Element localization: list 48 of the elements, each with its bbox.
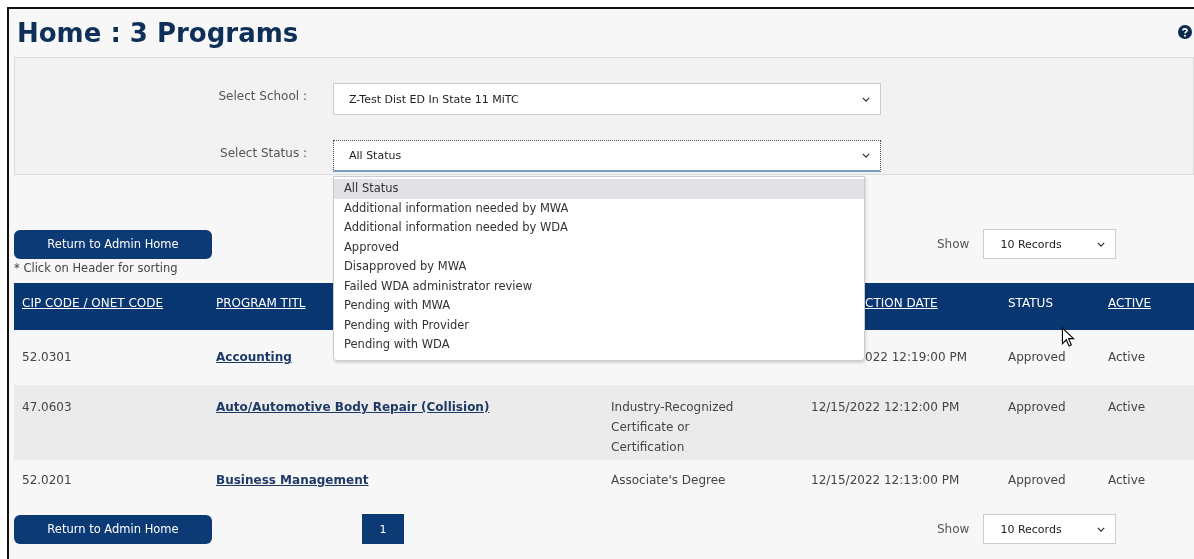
return-button[interactable]: Return to Admin Home <box>14 229 212 259</box>
dropdown-option[interactable]: Additional information needed by WDA <box>334 218 864 238</box>
return-button[interactable]: Return to Admin Home <box>14 514 212 544</box>
table-cell: 47.0603 <box>22 400 72 414</box>
column-header-link[interactable]: PROGRAM TITL <box>216 296 306 310</box>
show-label: Show <box>937 237 970 251</box>
table-cell: Associate's Degree <box>611 473 726 487</box>
dropdown-field[interactable]: All Status <box>333 140 881 172</box>
table-cell: 52.0301 <box>22 350 72 364</box>
show-label: Show <box>937 522 970 536</box>
table-cell: 12/15/2022 12:13:00 PM <box>811 473 960 487</box>
help-icon[interactable] <box>1178 25 1192 39</box>
table-cell: 12/15/2022 12:12:00 PM <box>811 400 960 414</box>
table-cell: Industry-Recognized Certificate or Certification <box>611 400 734 454</box>
dropdown-option[interactable]: Failed WDA administrator review <box>334 276 864 296</box>
dropdown-option[interactable]: Additional information needed by MWA <box>334 198 864 218</box>
dropdown-option[interactable]: Disapproved by MWA <box>334 257 864 277</box>
records-dropdown[interactable]: 10 Records <box>983 514 1117 544</box>
page-title: Home : 3 Programs <box>17 18 299 48</box>
dropdown-option[interactable]: Pending with MWA <box>334 296 864 316</box>
table-cell: 52.0201 <box>22 473 72 487</box>
table-cell-text: 022 12:19:00 PM <box>864 349 968 366</box>
chevron-down-icon <box>862 153 870 158</box>
chevron-down-icon <box>1097 241 1106 247</box>
dropdown-option[interactable]: Approved <box>334 237 864 257</box>
program-link[interactable]: Auto/Automotive Body Repair (Collision) <box>216 400 490 414</box>
chevron-down-icon <box>862 96 870 102</box>
column-header-link[interactable]: ACTIVE <box>1108 296 1152 310</box>
table-cell: Approved <box>1008 473 1066 487</box>
table-cell: Active <box>1108 350 1146 364</box>
page-button[interactable]: 1 <box>362 514 404 544</box>
dropdown-option[interactable]: Pending with Provider <box>334 315 864 335</box>
table-cell: Active <box>1108 473 1146 487</box>
column-header-link[interactable]: CIP CODE / ONET CODE <box>22 296 164 310</box>
table-cell: Active <box>1108 400 1146 414</box>
sorting-note: * Click on Header for sorting <box>14 261 178 275</box>
table-cell: Approved <box>1008 350 1066 364</box>
field-label: Select Status : <box>219 145 307 160</box>
field-label: Select School : <box>217 88 307 103</box>
dropdown-field[interactable]: Z-Test Dist ED In State 11 MiTC <box>333 83 881 115</box>
records-dropdown[interactable]: 10 Records <box>983 229 1117 259</box>
dropdown-option[interactable]: All Status <box>334 179 864 199</box>
dropdown-option[interactable]: Pending with WDA <box>334 335 864 355</box>
column-header: STATUS <box>1008 296 1054 310</box>
program-link[interactable]: Business Management <box>216 473 369 487</box>
table-cell: Approved <box>1008 400 1066 414</box>
program-link[interactable]: Accounting <box>216 350 292 364</box>
chevron-down-icon <box>1097 526 1106 532</box>
